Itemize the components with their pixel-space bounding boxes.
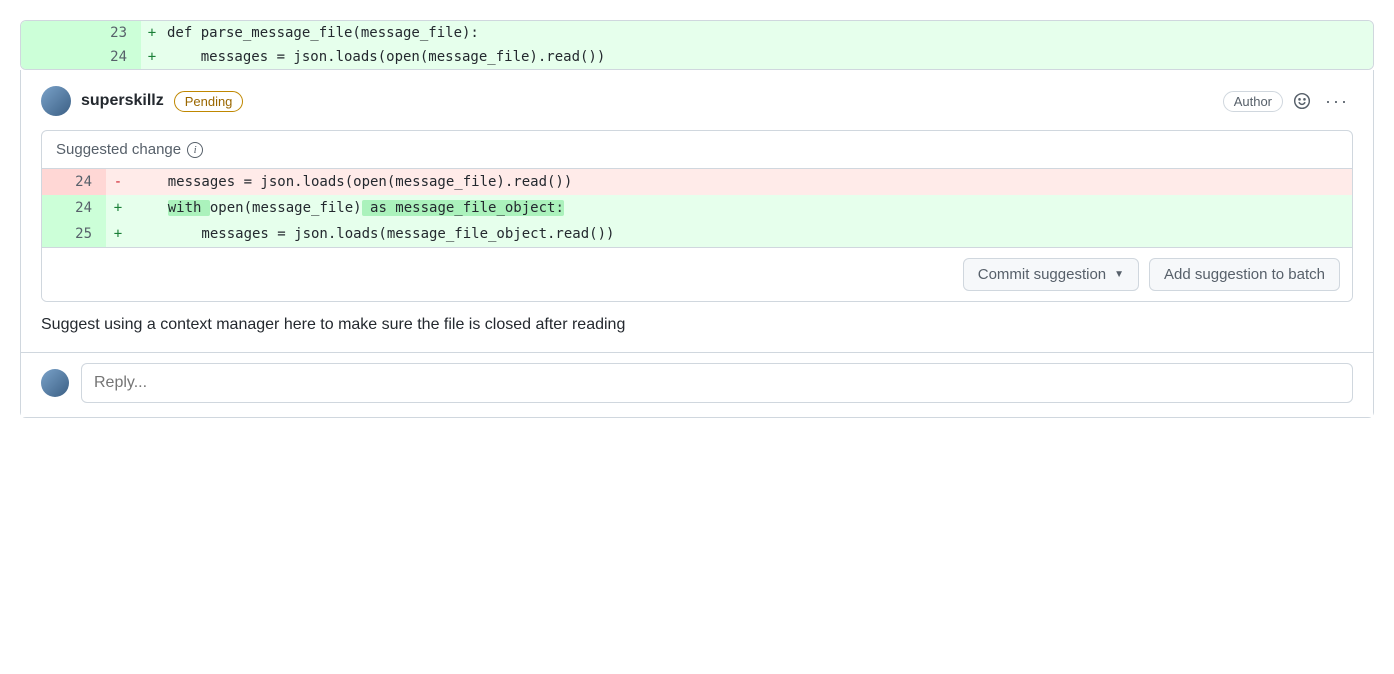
commit-suggestion-button[interactable]: Commit suggestion ▼: [963, 258, 1139, 291]
comment-header: superskillz Pending Author ···: [41, 86, 1353, 116]
diff-line: 24 + messages = json.loads(open(message_…: [21, 45, 1373, 69]
diff-code: messages = json.loads(message_file_objec…: [130, 221, 1352, 247]
line-number-new: 23: [81, 21, 141, 45]
suggestion-actions: Commit suggestion ▼ Add suggestion to ba…: [42, 247, 1352, 301]
line-number: 25: [42, 221, 106, 247]
review-comment: superskillz Pending Author ··· Suggested…: [20, 70, 1374, 418]
suggestion-title: Suggested change i: [42, 131, 1352, 169]
add-to-batch-button[interactable]: Add suggestion to batch: [1149, 258, 1340, 291]
kebab-menu-icon[interactable]: ···: [1321, 91, 1353, 112]
line-number: 24: [42, 169, 106, 195]
suggestion-title-text: Suggested change: [56, 141, 181, 158]
line-number-old: [21, 21, 81, 45]
avatar[interactable]: [41, 86, 71, 116]
suggestion-line-addition: 25 + messages = json.loads(message_file_…: [42, 221, 1352, 247]
pending-badge: Pending: [174, 91, 244, 112]
suggestion-line-deletion: 24 - messages = json.loads(open(message_…: [42, 169, 1352, 195]
author-badge: Author: [1223, 91, 1283, 112]
diff-line: 23 + def parse_message_file(message_file…: [21, 21, 1373, 45]
comment-text: Suggest using a context manager here to …: [41, 316, 1353, 352]
suggestion-line-addition: 24 + with open(message_file) as message_…: [42, 195, 1352, 221]
diff-code: messages = json.loads(open(message_file)…: [163, 45, 1373, 69]
emoji-icon[interactable]: [1293, 92, 1311, 110]
diff-marker: -: [106, 169, 130, 195]
diff-marker: +: [141, 45, 163, 69]
line-number-new: 24: [81, 45, 141, 69]
diff-marker: +: [106, 221, 130, 247]
info-icon[interactable]: i: [187, 142, 203, 158]
diff-code: messages = json.loads(open(message_file)…: [130, 169, 1352, 195]
diff-marker: +: [106, 195, 130, 221]
diff-code: with open(message_file) as message_file_…: [130, 195, 1352, 221]
avatar[interactable]: [41, 369, 69, 397]
reply-input[interactable]: [81, 363, 1353, 403]
diff-view: 23 + def parse_message_file(message_file…: [20, 20, 1374, 70]
caret-down-icon: ▼: [1114, 269, 1124, 280]
line-number-old: [21, 45, 81, 69]
suggestion-block: Suggested change i 24 - messages = json.…: [41, 130, 1353, 302]
diff-code: def parse_message_file(message_file):: [163, 21, 1373, 45]
reply-row: [21, 352, 1373, 417]
line-number: 24: [42, 195, 106, 221]
diff-marker: +: [141, 21, 163, 45]
username[interactable]: superskillz: [81, 92, 164, 110]
